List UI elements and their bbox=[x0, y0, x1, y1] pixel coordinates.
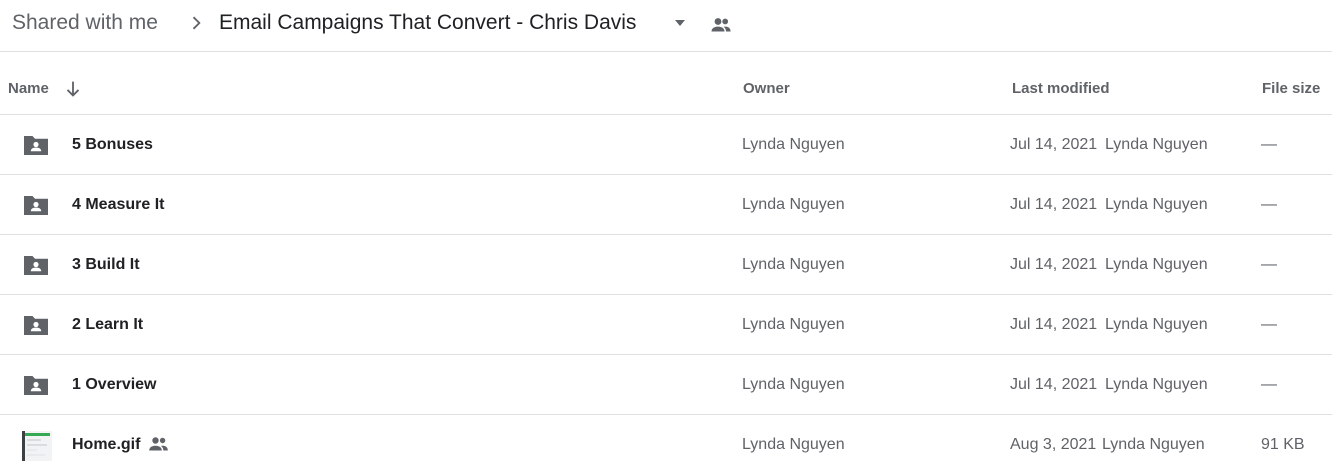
file-owner: Lynda Nguyen bbox=[742, 196, 845, 213]
file-modified-by: Lynda Nguyen bbox=[1102, 436, 1205, 453]
caret-down-icon[interactable] bbox=[672, 16, 688, 30]
file-size: — bbox=[1261, 376, 1277, 393]
file-modified-by: Lynda Nguyen bbox=[1105, 136, 1208, 153]
column-header-last-modified[interactable]: Last modified bbox=[1012, 80, 1110, 98]
chevron-right-icon bbox=[192, 16, 201, 30]
arrow-down-icon[interactable] bbox=[62, 78, 84, 100]
people-icon bbox=[711, 18, 731, 32]
shared-folder-icon bbox=[24, 316, 48, 335]
file-size: — bbox=[1261, 136, 1277, 153]
file-modified-date: Jul 14, 2021 bbox=[1010, 376, 1098, 393]
file-modified-by: Lynda Nguyen bbox=[1105, 196, 1208, 213]
file-size: — bbox=[1261, 256, 1277, 273]
file-row[interactable]: 4 Measure It Lynda Nguyen Jul 14, 2021 L… bbox=[0, 175, 1332, 235]
shared-folder-icon bbox=[24, 256, 48, 275]
file-row[interactable]: Home.gif Lynda Nguyen Aug 3, 2021 Lynda … bbox=[0, 415, 1332, 474]
file-modified-by: Lynda Nguyen bbox=[1105, 256, 1208, 273]
file-name: 1 Overview bbox=[72, 376, 157, 393]
file-name: 5 Bonuses bbox=[72, 136, 153, 153]
shared-folder-icon bbox=[24, 196, 48, 215]
column-header-owner: Owner bbox=[743, 80, 790, 97]
file-modified-date: Jul 14, 2021 bbox=[1010, 136, 1098, 153]
column-header-row: Name Owner Last modified File size bbox=[0, 53, 1332, 115]
file-name: 3 Build It bbox=[72, 256, 140, 273]
file-modified-date: Jul 14, 2021 bbox=[1010, 256, 1098, 273]
shared-folder-icon bbox=[24, 376, 48, 395]
file-modified-by: Lynda Nguyen bbox=[1105, 316, 1208, 333]
file-name: Home.gif bbox=[72, 436, 141, 453]
file-row[interactable]: 3 Build It Lynda Nguyen Jul 14, 2021 Lyn… bbox=[0, 235, 1332, 295]
file-size: 91 KB bbox=[1261, 436, 1305, 453]
file-modified-date: Jul 14, 2021 bbox=[1010, 196, 1098, 213]
file-owner: Lynda Nguyen bbox=[742, 136, 845, 153]
shared-folder-icon bbox=[24, 136, 48, 155]
file-modified-by: Lynda Nguyen bbox=[1105, 376, 1208, 393]
file-row[interactable]: 5 Bonuses Lynda Nguyen Jul 14, 2021 Lynd… bbox=[0, 115, 1332, 175]
file-row[interactable]: 2 Learn It Lynda Nguyen Jul 14, 2021 Lyn… bbox=[0, 295, 1332, 355]
file-size: — bbox=[1261, 196, 1277, 213]
file-name: 2 Learn It bbox=[72, 316, 144, 333]
people-icon bbox=[149, 437, 168, 451]
file-modified-date: Aug 3, 2021 bbox=[1010, 436, 1097, 453]
image-thumbnail-icon bbox=[22, 431, 52, 461]
file-name: 4 Measure It bbox=[72, 196, 165, 213]
file-owner: Lynda Nguyen bbox=[742, 256, 845, 273]
file-owner: Lynda Nguyen bbox=[742, 376, 845, 393]
breadcrumb: Shared with me Email Campaigns That Conv… bbox=[0, 0, 1332, 52]
breadcrumb-current-folder[interactable]: Email Campaigns That Convert - Chris Dav… bbox=[219, 10, 636, 36]
file-modified-date: Jul 14, 2021 bbox=[1010, 316, 1098, 333]
file-size: — bbox=[1261, 316, 1277, 333]
breadcrumb-shared-with-me[interactable]: Shared with me bbox=[12, 10, 158, 36]
file-row[interactable]: 1 Overview Lynda Nguyen Jul 14, 2021 Lyn… bbox=[0, 355, 1332, 415]
file-owner: Lynda Nguyen bbox=[742, 316, 845, 333]
file-owner: Lynda Nguyen bbox=[742, 436, 845, 453]
column-header-name[interactable]: Name bbox=[8, 80, 49, 98]
column-header-file-size[interactable]: File size bbox=[1262, 80, 1320, 98]
